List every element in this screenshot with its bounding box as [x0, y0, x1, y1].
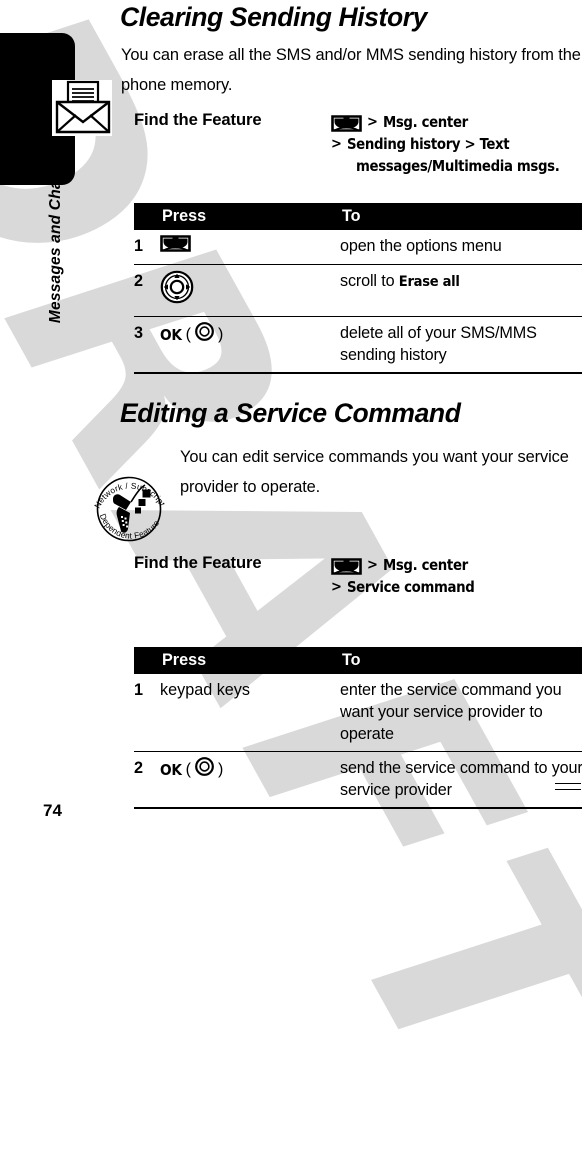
step-description: delete all of your SMS/MMS sending histo…	[340, 316, 582, 374]
step-number: 2	[134, 751, 160, 809]
menu-key-icon	[331, 115, 362, 132]
column-header-to: To	[340, 203, 582, 230]
find-the-feature-label-1: Find the Feature	[134, 110, 262, 129]
menu-path-row: > Service command	[331, 577, 582, 598]
step-number: 1	[134, 230, 160, 265]
step-number: 3	[134, 316, 160, 374]
page-number: 74	[43, 801, 62, 820]
section-title-clearing-sending-history: Clearing Sending History	[120, 2, 427, 32]
find-the-feature-label-2: Find the Feature	[134, 553, 262, 572]
step-press	[160, 264, 340, 317]
table-row: 2 scroll to Erase all	[134, 264, 582, 317]
path-value: Msg. center	[382, 557, 468, 574]
table-row: 1 open the options menu	[134, 230, 582, 265]
column-header-to: To	[340, 647, 582, 674]
step-description-emphasis: Erase all	[398, 273, 460, 290]
menu-path-row: > Sending history > Text	[331, 134, 582, 155]
paren-close: )	[217, 760, 224, 778]
path-separator: >	[331, 579, 342, 595]
step-description: enter the service command you want your …	[340, 674, 582, 752]
step-press: OK ( )	[160, 751, 340, 809]
path-value: messages/Multimedia msgs.	[356, 158, 560, 175]
paren-open: (	[185, 325, 191, 343]
chapter-sidebar: Messages and Chat	[0, 0, 120, 838]
find-the-feature-path-2: > Msg. center > Service command	[331, 555, 582, 599]
step-press: keypad keys	[160, 674, 340, 752]
nav-key-icon	[160, 270, 194, 310]
step-press: OK ( )	[160, 316, 340, 374]
step-description: open the options menu	[340, 230, 582, 265]
path-value: Service command	[346, 579, 475, 596]
path-value: Sending history > Text	[346, 136, 510, 153]
path-value: Msg. center	[382, 114, 468, 131]
paren-close: )	[217, 325, 224, 343]
section-intro-editing-a-service-command: You can edit service commands you want y…	[180, 448, 569, 496]
page-corner-rule	[555, 783, 581, 790]
step-description-text: delete all of your SMS/MMS sending histo…	[340, 324, 537, 364]
section-title-editing-a-service-command: Editing a Service Command	[120, 398, 461, 428]
envelope-message-icon	[52, 80, 112, 136]
table-row: 3 OK ( ) delete all of your SMS/MMS send…	[134, 316, 582, 374]
page-content: Clearing Sending History You can erase a…	[84, 0, 582, 838]
section-intro-clearing-sending-history: You can erase all the SMS and/or MMS sen…	[121, 46, 581, 94]
menu-key-icon	[331, 558, 362, 575]
table-header-row: Press To	[134, 647, 582, 674]
ok-softkey-label: OK	[160, 325, 182, 344]
menu-key-icon	[160, 235, 191, 258]
menu-path-row: > Msg. center	[331, 555, 582, 576]
find-the-feature-path-1: > Msg. center > Sending history > Text m…	[331, 112, 582, 178]
table-row: 2 OK ( ) send the service command to you…	[134, 751, 582, 809]
step-press	[160, 230, 340, 265]
column-header-press: Press	[160, 203, 340, 230]
menu-path-row: messages/Multimedia msgs.	[331, 156, 582, 177]
step-description: send the service command to your service…	[340, 751, 582, 809]
ok-key-icon	[195, 322, 214, 347]
steps-table-clearing-sending-history: Press To 1 open the options menu 2 scrol…	[134, 203, 582, 374]
step-description-text: scroll to	[340, 272, 399, 290]
step-number: 2	[134, 264, 160, 317]
table-header-row: Press To	[134, 203, 582, 230]
steps-table-editing-a-service-command: Press To 1 keypad keys enter the service…	[134, 647, 582, 809]
chapter-label: Messages and Chat	[47, 174, 64, 324]
column-header-number	[134, 203, 160, 230]
step-number: 1	[134, 674, 160, 752]
column-header-press: Press	[160, 647, 340, 674]
step-description: scroll to Erase all	[340, 264, 582, 317]
paren-open: (	[185, 760, 191, 778]
path-separator: >	[331, 136, 342, 152]
table-row: 1 keypad keys enter the service command …	[134, 674, 582, 752]
column-header-number	[134, 647, 160, 674]
menu-path-row: > Msg. center	[331, 112, 582, 133]
step-description-text: open the options menu	[340, 237, 502, 255]
ok-key-icon	[195, 757, 214, 782]
ok-softkey-label: OK	[160, 760, 182, 779]
